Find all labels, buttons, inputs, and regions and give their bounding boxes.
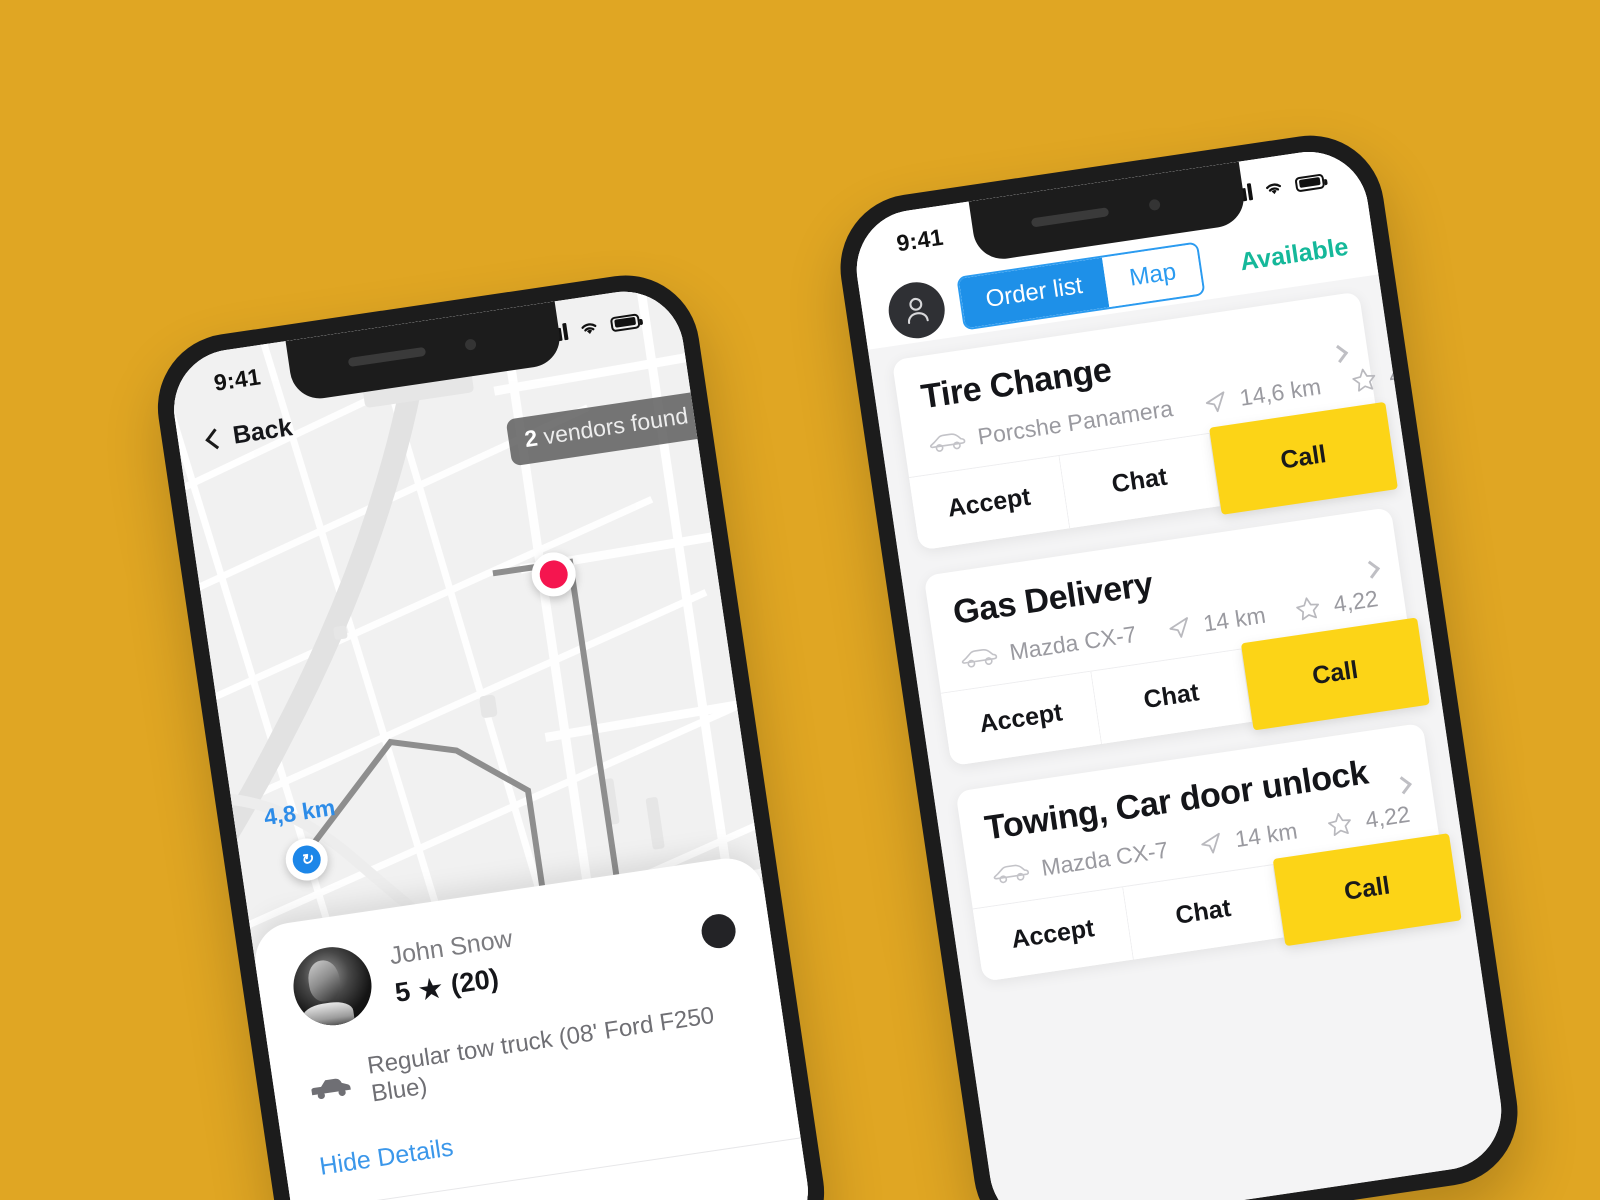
order-distance-label: 14 km bbox=[1233, 817, 1300, 853]
front-camera bbox=[1148, 198, 1161, 212]
account-avatar-button[interactable] bbox=[884, 278, 949, 343]
earpiece-speaker bbox=[1031, 207, 1110, 228]
navigation-arrow-icon bbox=[1169, 616, 1188, 638]
order-distance: 14,6 km bbox=[1200, 373, 1323, 417]
order-rating-label: 4,98 bbox=[1387, 356, 1436, 389]
order-distance-label: 14 km bbox=[1201, 601, 1268, 637]
vendor-vehicle: Regular tow truck (08' Ford F250 Blue) bbox=[365, 1001, 716, 1108]
order-vehicle-label: Mazda CX-7 bbox=[1007, 620, 1139, 666]
navigation-arrow-icon bbox=[1201, 832, 1220, 853]
car-icon bbox=[929, 433, 966, 452]
phone-left-map-screen: Back 2 vendors found 4,8 km ↻ John Snow … bbox=[147, 265, 835, 1200]
order-list-screen: Order list Map Available Tire Change Por… bbox=[848, 143, 1510, 1200]
mockup-stage: Back 2 vendors found 4,8 km ↻ John Snow … bbox=[0, 0, 1600, 1200]
rating-value: 5 bbox=[392, 976, 413, 1008]
tow-truck-icon bbox=[307, 1072, 354, 1101]
wifi-icon bbox=[577, 318, 601, 338]
order-vehicle: Mazda CX-7 bbox=[990, 836, 1170, 889]
order-rating: 4,22 bbox=[1325, 801, 1412, 840]
order-rating-label: 4,22 bbox=[1331, 585, 1380, 618]
order-distance: 14 km bbox=[1164, 602, 1268, 643]
left-screen: Back 2 vendors found 4,8 km ↻ John Snow … bbox=[166, 283, 816, 1200]
availability-status[interactable]: Available bbox=[1238, 232, 1350, 277]
order-rating-label: 4,22 bbox=[1363, 800, 1412, 834]
battery-icon bbox=[609, 312, 641, 332]
navigation-arrow-icon bbox=[1205, 390, 1225, 412]
car-icon bbox=[961, 649, 998, 668]
status-time: 9:41 bbox=[894, 223, 945, 256]
front-camera bbox=[464, 338, 477, 351]
order-card[interactable]: Gas Delivery Mazda CX-7 14 km 4,22 Accep… bbox=[923, 507, 1430, 767]
person-icon bbox=[907, 297, 929, 325]
right-screen: Order list Map Available Tire Change Por… bbox=[848, 143, 1510, 1200]
phone-right-order-list: Order list Map Available Tire Change Por… bbox=[830, 125, 1528, 1200]
order-distance: 14 km bbox=[1196, 817, 1300, 858]
battery-icon bbox=[1294, 172, 1326, 192]
order-cards-list: Tire Change Porcshe Panamera 14,6 km 4,9… bbox=[868, 274, 1472, 984]
star-outline-icon bbox=[1328, 812, 1352, 836]
earpiece-speaker bbox=[347, 346, 427, 368]
order-card[interactable]: Towing, Car door unlock Mazda CX-7 14 km bbox=[955, 722, 1462, 982]
vendors-count: 2 bbox=[522, 424, 540, 453]
order-rating: 4,98 bbox=[1349, 357, 1436, 396]
star-icon: ★ bbox=[416, 971, 445, 1005]
vendor-identity: John Snow 5 ★ (20) bbox=[387, 921, 520, 1009]
status-time: 9:41 bbox=[212, 362, 263, 396]
order-vehicle-label: Mazda CX-7 bbox=[1039, 836, 1170, 881]
tab-map[interactable]: Map bbox=[1102, 243, 1204, 308]
avatar bbox=[288, 941, 377, 1031]
order-vehicle: Mazda CX-7 bbox=[958, 621, 1138, 674]
current-location-glyph: ↻ bbox=[290, 843, 323, 876]
requested-service-row: Requested service: bbox=[330, 1171, 776, 1200]
more-options-button[interactable] bbox=[699, 911, 738, 951]
rating-count: (20) bbox=[448, 962, 501, 1000]
destination-pin-dot bbox=[537, 558, 570, 591]
wifi-icon bbox=[1262, 178, 1286, 198]
car-icon bbox=[993, 864, 1030, 884]
chevron-left-icon bbox=[205, 428, 227, 450]
order-rating: 4,22 bbox=[1293, 585, 1380, 624]
star-outline-icon bbox=[1352, 368, 1375, 392]
star-outline-icon bbox=[1296, 597, 1320, 621]
order-distance-label: 14,6 km bbox=[1237, 373, 1323, 411]
